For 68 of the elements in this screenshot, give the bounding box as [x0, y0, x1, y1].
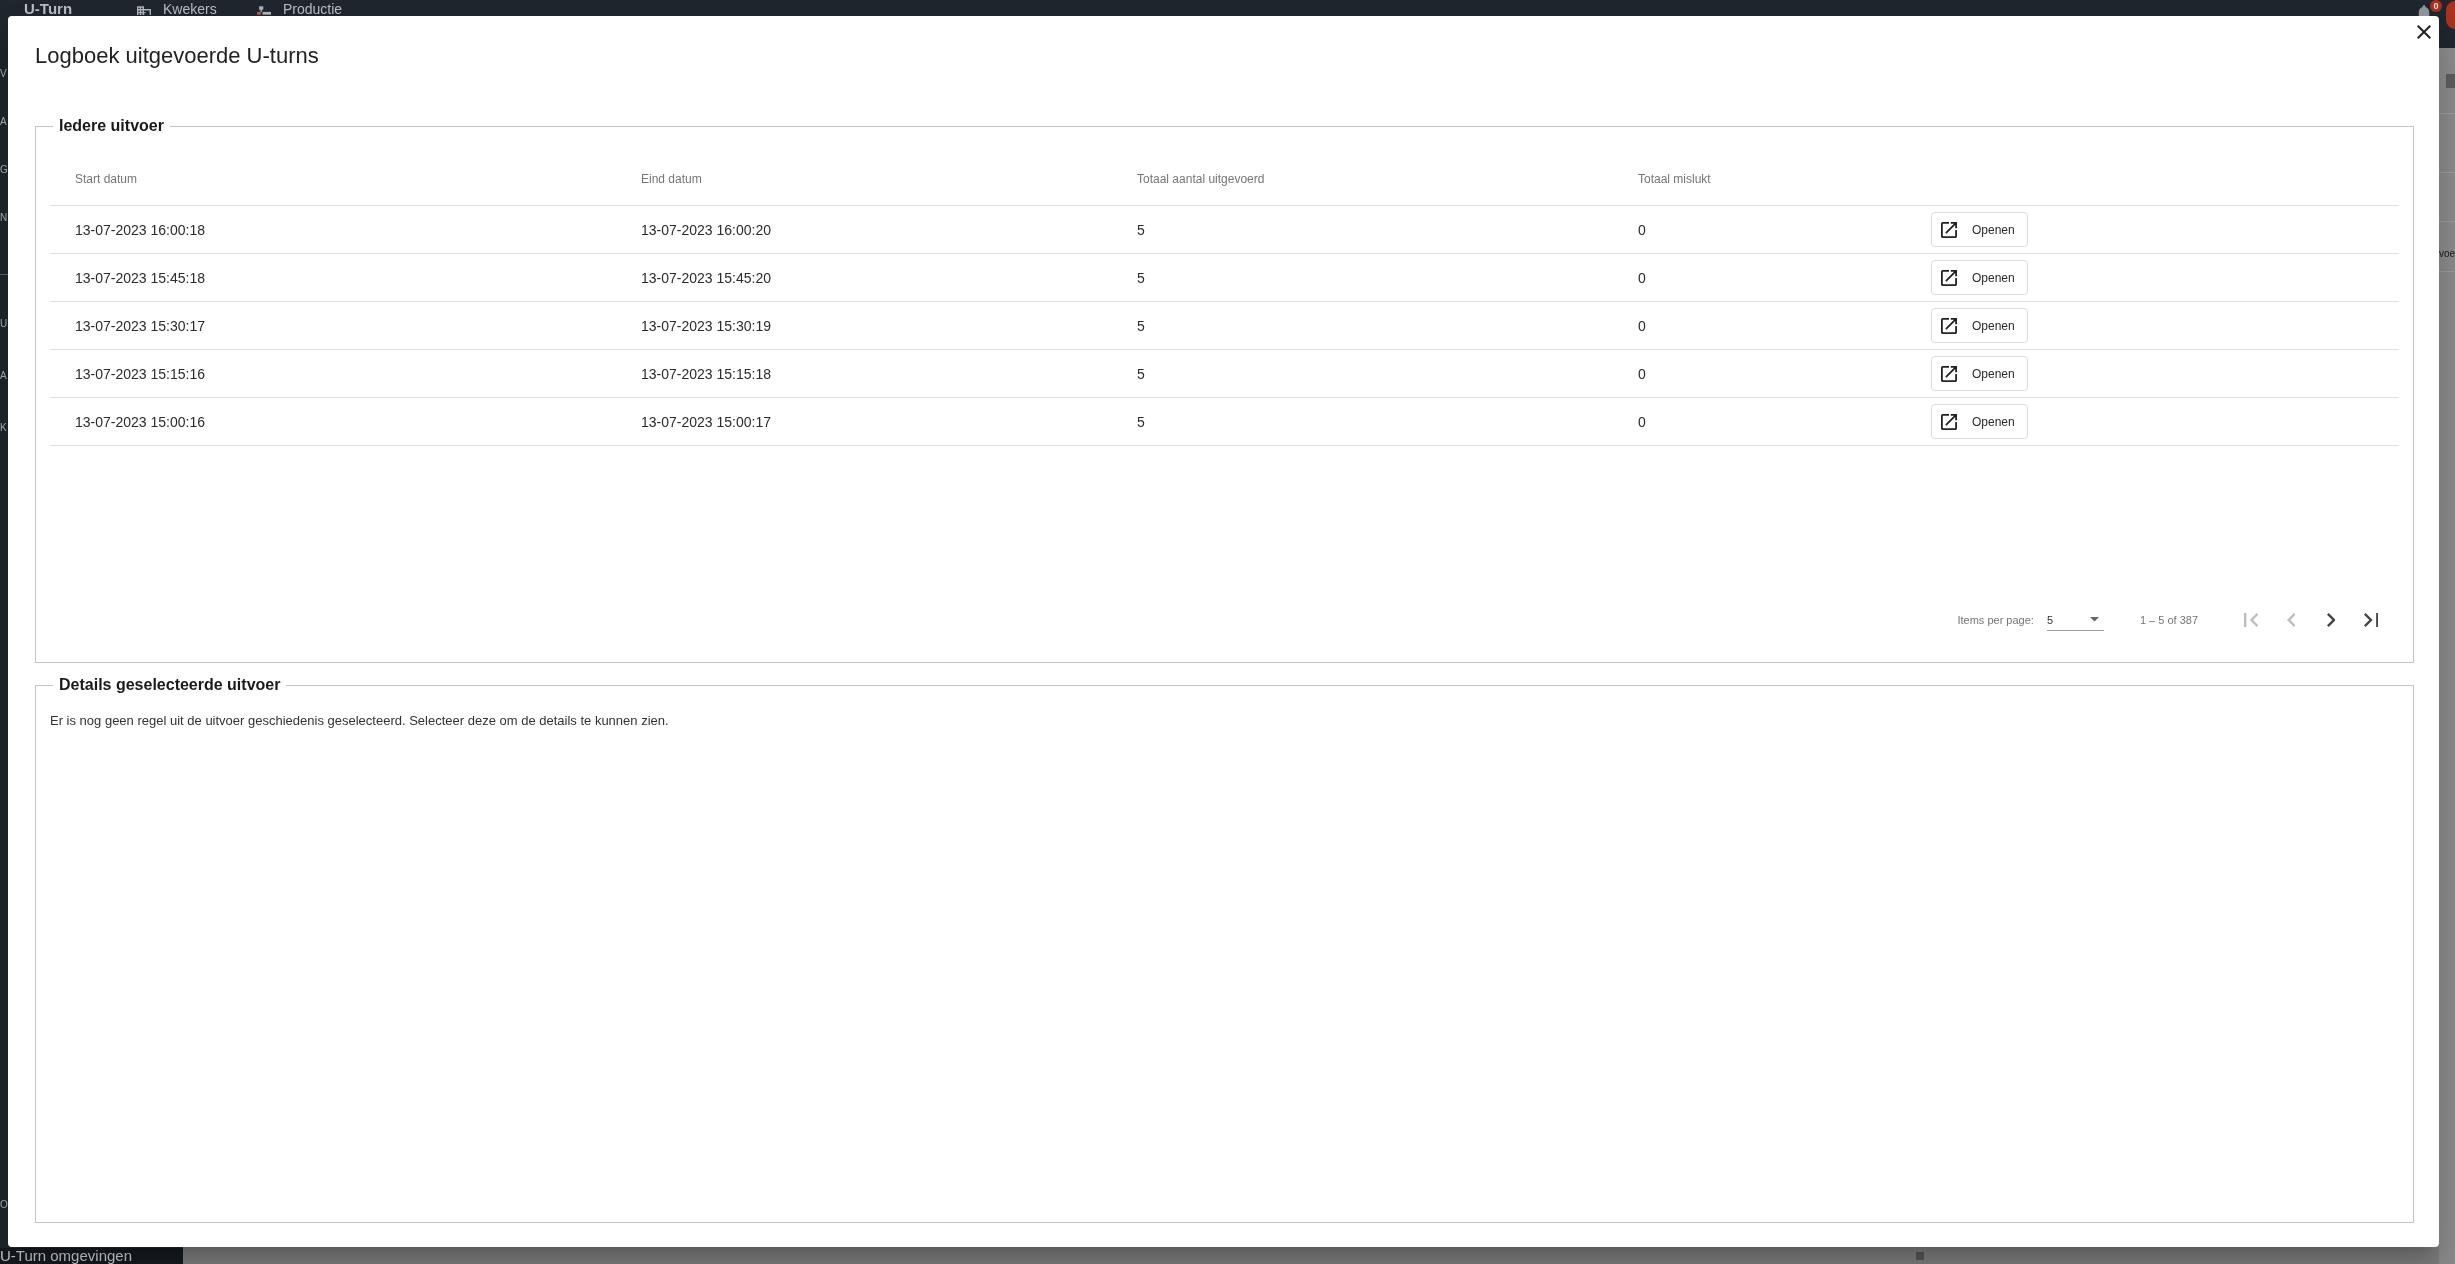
table-row[interactable]: 13-07-2023 15:00:16 13-07-2023 15:00:17 5 0 Openen [50, 398, 2399, 446]
open-external-icon [1941, 365, 1957, 382]
caret-icon [2089, 617, 2099, 622]
open-button[interactable]: Openen [1931, 356, 2028, 391]
table-cell: 0 [1638, 317, 1646, 334]
sidebar-item[interactable]: A [0, 116, 7, 128]
open-button[interactable]: Openen [1931, 404, 2028, 439]
page-size-select[interactable]: 5 [2046, 609, 2104, 631]
brand-title: U-Turn [24, 1, 73, 17]
table-cell: 13-07-2023 15:30:17 [75, 317, 205, 334]
last-page-icon[interactable] [2363, 613, 2379, 627]
table-cell: 13-07-2023 15:30:19 [641, 317, 771, 334]
square-icon [1916, 1252, 1924, 1260]
open-external-icon [1941, 269, 1957, 286]
open-button[interactable]: Openen [1931, 308, 2028, 343]
square-icon [2446, 74, 2455, 88]
table-cell: 0 [1638, 269, 1646, 286]
panel-label: voe [2439, 248, 2455, 260]
open-external-icon [1941, 221, 1957, 238]
items-per-page-label: Items per page: [1957, 614, 2034, 626]
table-cell: 13-07-2023 15:15:18 [641, 365, 771, 382]
table-row[interactable]: 13-07-2023 15:45:18 13-07-2023 15:45:20 5 0 Openen [50, 254, 2399, 302]
table-cell: 13-07-2023 16:00:18 [75, 221, 205, 238]
table-cell: 5 [1137, 317, 1145, 334]
dialog-title: Logboek uitgevoerde U-turns [35, 42, 319, 70]
open-button[interactable]: Openen [1931, 212, 2028, 247]
table-row[interactable]: 13-07-2023 15:30:17 13-07-2023 15:30:19 5 0 Openen [50, 302, 2399, 350]
sidebar-item[interactable]: O [0, 1199, 8, 1211]
environment-footer[interactable]: U-Turn omgevingen [0, 1248, 183, 1264]
table-cell: 0 [1638, 365, 1646, 382]
table-cell: 13-07-2023 15:00:17 [641, 413, 771, 430]
table-cell: 13-07-2023 16:00:20 [641, 221, 771, 238]
table-cell: 5 [1137, 365, 1145, 382]
nav-link[interactable]: Kwekers [137, 0, 217, 16]
table-cell: 13-07-2023 15:45:20 [641, 269, 771, 286]
table-cell: 13-07-2023 15:15:16 [75, 365, 205, 382]
sidebar-item[interactable]: K [0, 422, 7, 434]
open-button[interactable]: Openen [1931, 260, 2028, 295]
sidebar-item[interactable]: G [0, 164, 8, 176]
open-external-icon [1941, 413, 1957, 430]
table-cell: 5 [1137, 269, 1145, 286]
section-title: Iedere uitvoer [58, 116, 165, 136]
empty-details-message: Er is nog geen regel uit de uitvoer geschiedenis geselecteerd. Selecteer deze om de details te kunnen zien. [50, 713, 669, 729]
sidebar-item[interactable]: U [0, 318, 8, 330]
table-cell: 5 [1137, 221, 1145, 238]
column-header: Totaal mislukt [1638, 171, 1711, 186]
table-cell: 0 [1638, 221, 1646, 238]
table-cell: 0 [1638, 413, 1646, 430]
table-cell: 13-07-2023 15:00:16 [75, 413, 205, 430]
sidebar-item[interactable]: V [0, 68, 7, 80]
table-cell: 13-07-2023 15:45:18 [75, 269, 205, 286]
stacked-blocks-icon [257, 6, 271, 15]
column-header: Totaal aantal uitgevoerd [1137, 171, 1265, 186]
table-row[interactable]: 13-07-2023 15:15:16 13-07-2023 15:15:18 5 0 Openen [50, 350, 2399, 398]
sidebar-item[interactable]: A [0, 370, 7, 382]
sidebar-item[interactable]: N [0, 212, 8, 224]
open-external-icon [1941, 317, 1957, 334]
page-range: 1 – 5 of 387 [2139, 614, 2198, 626]
notification-badge: 0 [2430, 0, 2442, 12]
chevron-right-icon[interactable] [2326, 613, 2336, 627]
column-header: Eind datum [641, 171, 702, 186]
close-icon[interactable] [2417, 25, 2431, 39]
section-title: Details geselecteerde uitvoer [58, 675, 282, 695]
nav-link[interactable]: Productie [257, 0, 343, 16]
building-icon [137, 6, 151, 15]
column-header: Start datum [75, 171, 138, 186]
table-cell: 5 [1137, 413, 1145, 430]
table-row[interactable]: 13-07-2023 16:00:18 13-07-2023 16:00:20 5 0 Openen [50, 206, 2399, 254]
